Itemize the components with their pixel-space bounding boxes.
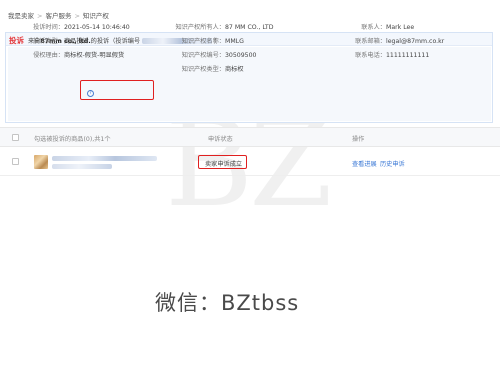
label-contact: 联系人： — [361, 24, 386, 31]
info-row-ip-name: 知识产权名称：MMLG — [170, 36, 273, 50]
info-row-contact: 联系人：Mark Lee — [340, 22, 444, 36]
column-operations: 操作 — [352, 136, 365, 143]
info-column-3: 联系人：Mark Lee 联系邮箱：legal@87mm.co.kr 联系电话：… — [340, 22, 444, 64]
info-column-2: 知识产权所有人：87 MM CO., LTD 知识产权名称：MMLG 知识产权编… — [170, 22, 274, 78]
info-row-type: 投诉类型：商品投诉 — [10, 36, 130, 50]
label-ip-name: 知识产权名称： — [181, 38, 225, 45]
value-phone: 11111111111 — [386, 52, 430, 59]
value-complaint-type: 商品投诉 — [64, 38, 89, 45]
breadcrumb-separator: > — [74, 12, 80, 20]
value-contact: Mark Lee — [386, 24, 415, 31]
breadcrumb-separator: > — [37, 12, 43, 20]
question-circle-icon[interactable]: ? — [87, 90, 94, 97]
view-progress-link[interactable]: 查看进展 — [352, 159, 377, 168]
value-ip-number: 30509500 — [225, 52, 257, 59]
value-complaint-time: 2021-05-14 10:46:40 — [64, 24, 130, 31]
select-all-checkbox[interactable] — [12, 134, 19, 141]
product-subtitle-redacted — [52, 164, 112, 169]
value-ip-name: MMLG — [225, 38, 244, 45]
label-ip-owner: 知识产权所有人： — [175, 24, 226, 31]
label-complaint-type: 投诉类型： — [33, 38, 64, 45]
info-row-reason: 侵权理由：商标权-假货-明显假货 — [10, 50, 130, 64]
label-complaint-time: 投诉时间： — [33, 24, 64, 31]
info-row-owner: 知识产权所有人：87 MM CO., LTD — [170, 22, 274, 36]
label-email: 联系邮箱： — [355, 38, 386, 45]
appeal-history-link[interactable]: 历史申诉 — [380, 159, 405, 168]
value-email: legal@87mm.co.kr — [386, 38, 445, 45]
breadcrumb-ip: 知识产权 — [82, 12, 109, 20]
label-ip-type: 知识产权类型： — [181, 66, 225, 73]
watermark-caption: 微信：BZtbss — [155, 291, 300, 315]
info-row-ip-number: 知识产权编号：30509500 — [170, 50, 273, 64]
info-row-phone: 联系电话：11111111111 — [340, 50, 444, 64]
label-ip-number: 知识产权编号： — [181, 52, 225, 59]
column-goods: 勾选被投诉的商品(0),共1个 — [34, 136, 111, 143]
value-infringement-reason: 商标权-假货-明显假货 — [64, 52, 125, 59]
info-row-time: 投诉时间：2021-05-14 10:46:40 — [10, 22, 130, 36]
appeal-status: 卖家申诉成立 — [205, 161, 243, 168]
product-title-redacted[interactable] — [52, 156, 157, 161]
info-column-1: 投诉时间：2021-05-14 10:46:40 投诉类型：商品投诉 侵权理由：… — [10, 22, 130, 64]
info-row-email: 联系邮箱：legal@87mm.co.kr — [340, 36, 444, 50]
table-header: 勾选被投诉的商品(0),共1个 申诉状态 操作 — [0, 127, 500, 147]
breadcrumb: 我是卖家 > 客户服务 > 知识产权 — [8, 10, 109, 20]
column-status: 申诉状态 — [208, 136, 233, 143]
row-checkbox[interactable] — [12, 158, 19, 165]
table-row: 卖家申诉成立 查看进展 历史申诉 — [0, 148, 500, 176]
breadcrumb-seller[interactable]: 我是卖家 — [8, 12, 34, 20]
value-ip-type: 商标权 — [225, 66, 244, 73]
label-phone: 联系电话： — [355, 52, 386, 59]
breadcrumb-customer-service[interactable]: 客户服务 — [45, 12, 71, 20]
label-infringement-reason: 侵权理由： — [33, 52, 64, 59]
info-row-ip-type: 知识产权类型：商标权 — [170, 64, 273, 78]
value-ip-owner: 87 MM CO., LTD — [225, 24, 274, 31]
product-thumbnail[interactable] — [34, 155, 48, 169]
